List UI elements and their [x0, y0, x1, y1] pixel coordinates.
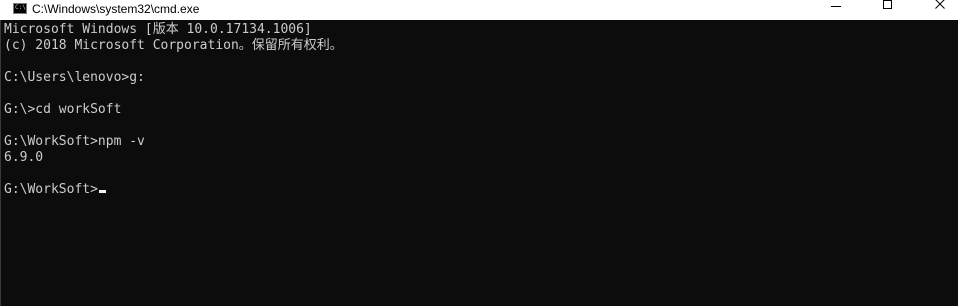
maximize-button[interactable] [868, 0, 908, 20]
cmd-window: C:\ C:\Windows\system32\cmd.exe Microsof… [0, 0, 966, 306]
window-border [0, 20, 1, 306]
cmd-app-icon[interactable]: C:\ [13, 3, 27, 14]
console-line-command: G:\>cd workSoft [4, 102, 122, 117]
close-icon [935, 0, 945, 9]
console-line-prompt[interactable]: G:\WorkSoft> [4, 182, 343, 198]
text-cursor [98, 190, 106, 193]
window-controls [816, 0, 966, 20]
console-line-command: G:\WorkSoft>npm -v [4, 134, 145, 149]
app-icon-label: C:\ [15, 4, 26, 11]
console-line-version: Microsoft Windows [版本 10.0.17134.1006] [4, 22, 312, 37]
window-border [958, 20, 966, 306]
console-line-command: C:\Users\lenovo>g: [4, 70, 145, 85]
minimize-icon [831, 6, 841, 7]
window-title: C:\Windows\system32\cmd.exe [32, 2, 200, 16]
maximize-icon [883, 0, 892, 9]
console-lines: Microsoft Windows [版本 10.0.17134.1006] (… [4, 22, 343, 198]
console-line-output: 6.9.0 [4, 150, 44, 165]
console-line-copyright: (c) 2018 Microsoft Corporation。保留所有权利。 [4, 38, 343, 53]
console-output[interactable]: Microsoft Windows [版本 10.0.17134.1006] (… [0, 20, 958, 306]
title-bar[interactable]: C:\ C:\Windows\system32\cmd.exe [0, 0, 966, 20]
prompt-text: G:\WorkSoft> [4, 182, 98, 197]
close-button[interactable] [920, 0, 960, 20]
minimize-button[interactable] [816, 0, 856, 20]
